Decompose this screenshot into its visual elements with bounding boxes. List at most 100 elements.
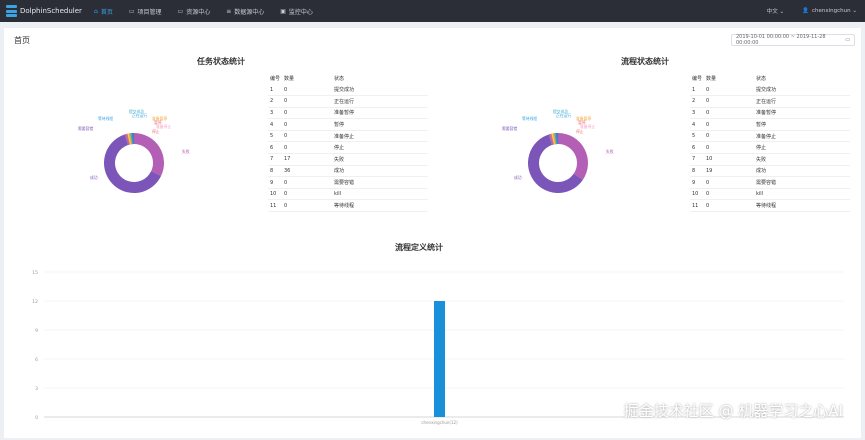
table-row: 11 0 等待线程 xyxy=(268,199,428,213)
monitor-icon: ▣ xyxy=(280,7,286,15)
nav-item-label: 监控中心 xyxy=(288,8,313,16)
folder-icon: ▭ xyxy=(177,7,184,15)
nav-item-label: 资源中心 xyxy=(186,8,211,16)
database-icon: ≡ xyxy=(226,7,232,15)
table-cell: 失败 xyxy=(754,153,850,166)
table-cell: 11 xyxy=(268,199,282,213)
table-cell: 3 xyxy=(690,107,704,120)
y-tick-label: 15 xyxy=(32,270,38,276)
pie-slice-0[interactable] xyxy=(558,133,588,180)
pie-label: 成功 xyxy=(90,175,98,180)
table-cell: 6 xyxy=(690,141,704,155)
table-cell: 0 xyxy=(704,118,754,131)
app-logo[interactable]: DolphinScheduler xyxy=(0,5,86,17)
table-cell: kill xyxy=(332,188,428,201)
column-header: 编号 xyxy=(270,75,281,82)
table-cell: 0 xyxy=(704,84,754,97)
table-cell: 等待线程 xyxy=(332,199,428,213)
nav-item-3[interactable]: ≡ 数据源中心 xyxy=(218,0,272,22)
table-row: 3 0 准备暂停 xyxy=(268,107,428,120)
table-cell: 0 xyxy=(704,199,754,213)
table-cell: 5 xyxy=(690,130,704,143)
date-range-picker[interactable]: 2019-10-01 00:00:00 ~ 2019-11-28 00:00:0… xyxy=(731,34,855,46)
table-row: 9 0 需要容错 xyxy=(268,176,428,189)
table-row: 10 0 kill xyxy=(268,188,428,201)
table-cell: 8 xyxy=(690,165,704,178)
pie-label: 停止 xyxy=(152,129,160,134)
y-tick-label: 6 xyxy=(35,357,38,363)
main-nav: ⌂ 首页 ▭ 项目管理 ▭ 资源中心 ≡ 数据源中心 ▣ 监控中心 xyxy=(86,0,321,22)
table-row: 11 0 等待线程 xyxy=(690,199,850,213)
table-cell: 4 xyxy=(690,118,704,131)
table-cell: 8 xyxy=(268,165,282,178)
table-cell: 1 xyxy=(268,84,282,97)
pie-label: 失败 xyxy=(606,149,614,154)
pie-label: 成功 xyxy=(514,175,522,180)
table-cell: 等待线程 xyxy=(754,199,850,213)
table-row: 8 36 成功 xyxy=(268,165,428,178)
table-cell: 0 xyxy=(704,188,754,201)
table-cell: 准备停止 xyxy=(754,130,850,143)
table-cell: 暂停 xyxy=(754,118,850,131)
table-row: 2 0 正在运行 xyxy=(268,95,428,108)
calendar-icon: ▭ xyxy=(845,37,850,43)
pie-label: 需要容错 xyxy=(78,126,94,131)
table-cell: 需要容错 xyxy=(754,176,850,189)
table-cell: 10 xyxy=(268,188,282,201)
pie-label: 等待线程 xyxy=(522,116,538,121)
nav-item-0[interactable]: ⌂ 首页 xyxy=(86,0,121,22)
y-tick-label: 12 xyxy=(32,299,38,305)
table-cell: 成功 xyxy=(332,165,428,178)
table-cell: 0 xyxy=(704,107,754,120)
nav-item-2[interactable]: ▭ 资源中心 xyxy=(170,0,219,22)
nav-item-4[interactable]: ▣ 监控中心 xyxy=(272,0,321,22)
table-cell: 7 xyxy=(268,153,282,166)
table-cell: 失败 xyxy=(332,153,428,166)
nav-item-1[interactable]: ▭ 项目管理 xyxy=(121,0,170,22)
table-cell: 0 xyxy=(282,84,332,97)
table-cell: 0 xyxy=(704,130,754,143)
column-header: 状态 xyxy=(334,75,345,82)
process-stats-table: 编号 数量 状态 1 0 提交成功 2 0 正在运行 3 0 准备暂停 4 0 暂停 5 0 准备停止 6 0 停止 7 1… xyxy=(690,72,850,213)
table-cell: 准备暂停 xyxy=(754,107,850,120)
table-row: 6 0 停止 xyxy=(690,141,850,155)
main-content: 首页 2019-10-01 00:00:00 ~ 2019-11-28 00:0… xyxy=(4,28,861,438)
nav-item-label: 首页 xyxy=(100,8,113,16)
pie-label: 正在运行 xyxy=(556,113,572,118)
nav-item-label: 数据源中心 xyxy=(234,8,265,16)
table-cell: 0 xyxy=(282,95,332,108)
process-stats-title: 流程状态统计 xyxy=(621,57,669,66)
table-cell: 4 xyxy=(268,118,282,131)
table-cell: 0 xyxy=(282,107,332,120)
table-cell: 成功 xyxy=(754,165,850,178)
table-cell: 9 xyxy=(690,176,704,189)
table-cell: 9 xyxy=(268,176,282,189)
table-cell: 0 xyxy=(282,176,332,189)
table-row: 10 0 kill xyxy=(690,188,850,201)
table-cell: 17 xyxy=(282,153,332,166)
pie-label: 停止 xyxy=(576,129,584,134)
table-cell: 0 xyxy=(282,118,332,131)
folder-icon: ▭ xyxy=(128,7,135,15)
app-name: DolphinScheduler xyxy=(20,7,82,15)
language-selector[interactable]: 中文 ⌄ xyxy=(767,7,784,15)
definition-stats-title: 流程定义统计 xyxy=(395,243,443,252)
x-tick-label: chenxingchun(12) xyxy=(421,420,458,425)
table-cell: 准备停止 xyxy=(332,130,428,143)
table-row: 7 17 失败 xyxy=(268,153,428,166)
column-header: 数量 xyxy=(706,75,717,82)
date-range-value: 2019-10-01 00:00:00 ~ 2019-11-28 00:00:0… xyxy=(736,34,826,46)
user-menu[interactable]: chenxingchun ⌄ xyxy=(812,8,857,14)
y-tick-label: 0 xyxy=(35,415,38,421)
bar[interactable] xyxy=(434,301,445,417)
table-cell: 正在运行 xyxy=(332,95,428,108)
y-tick-label: 3 xyxy=(35,386,38,392)
task-status-pie xyxy=(104,132,164,193)
pie-slice-0[interactable] xyxy=(134,133,164,176)
user-icon: 👤 xyxy=(802,8,810,14)
table-row: 1 0 提交成功 xyxy=(690,84,850,97)
page-title: 首页 xyxy=(14,36,30,45)
username: chenxingchun xyxy=(812,8,851,14)
table-cell: 0 xyxy=(282,188,332,201)
table-row: 3 0 准备暂停 xyxy=(690,107,850,120)
